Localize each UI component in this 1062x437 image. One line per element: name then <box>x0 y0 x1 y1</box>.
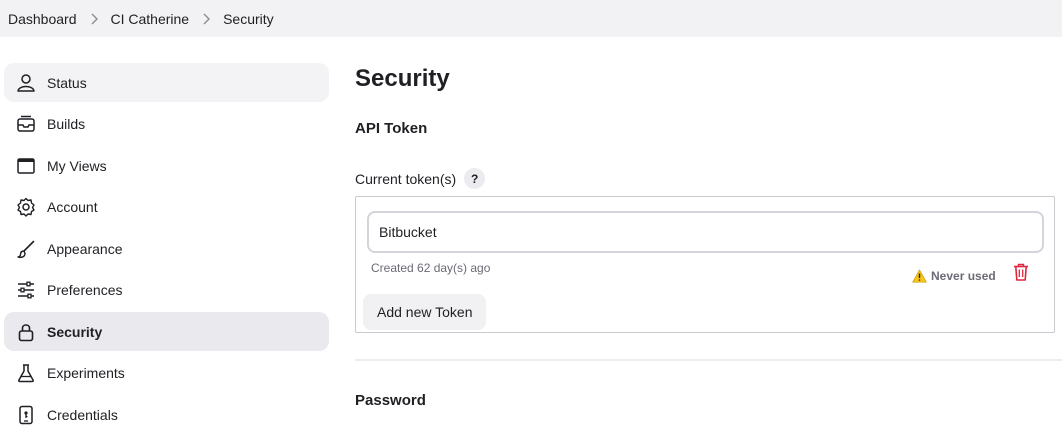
sidebar-item-experiments[interactable]: Experiments <box>4 354 329 393</box>
sidebar-item-label: Credentials <box>47 406 118 423</box>
phone-key-icon <box>16 405 36 425</box>
password-heading: Password <box>355 392 426 409</box>
builds-tray-icon <box>16 114 36 134</box>
sidebar-item-label: Experiments <box>47 365 125 381</box>
sidebar-item-status[interactable]: Status <box>4 63 329 102</box>
help-button[interactable]: ? <box>464 168 486 189</box>
sidebar-item-credentials[interactable]: Credentials <box>4 395 329 434</box>
current-tokens-text: Current token(s) <box>355 170 457 187</box>
flask-icon <box>16 363 36 383</box>
chevron-right-icon <box>77 13 111 25</box>
add-new-token-button[interactable]: Add new Token <box>363 294 487 330</box>
sliders-icon <box>16 280 36 300</box>
brush-icon <box>16 239 36 259</box>
sidebar-item-label: Account <box>47 199 98 215</box>
sidebar-item-account[interactable]: Account <box>4 188 329 227</box>
sidebar-item-label: Appearance <box>47 240 123 257</box>
page-title: Security <box>355 65 450 92</box>
token-list: Bitbucket Created 62 day(s) ago Never us… <box>355 196 1055 333</box>
sidebar-item-label: Status <box>47 74 87 91</box>
sidebar-item-my-views[interactable]: My Views <box>4 146 329 185</box>
token-name-input[interactable]: Bitbucket <box>367 211 1044 253</box>
sidebar-item-appearance[interactable]: Appearance <box>4 229 329 268</box>
trash-icon <box>1014 263 1028 281</box>
breadcrumb-ci-catherine[interactable]: CI Catherine <box>111 11 190 27</box>
breadcrumb-dashboard[interactable]: Dashboard <box>8 11 77 27</box>
chevron-right-icon <box>189 13 223 25</box>
delete-token-button[interactable] <box>1013 263 1029 281</box>
sidebar-item-label: Preferences <box>47 282 123 298</box>
sidebar: Status Builds My Views Account Appearanc… <box>4 63 329 437</box>
breadcrumb-security[interactable]: Security <box>223 11 274 27</box>
sidebar-item-label: Security <box>47 323 103 340</box>
token-usage-text: Never used <box>931 269 996 283</box>
token-usage-status: Never used <box>912 269 996 283</box>
window-icon <box>16 156 36 176</box>
token-created-text: Created 62 day(s) ago <box>371 261 491 275</box>
breadcrumb: Dashboard CI Catherine Security <box>0 0 1062 37</box>
sidebar-item-label: Builds <box>47 116 86 132</box>
sidebar-item-builds[interactable]: Builds <box>4 105 329 144</box>
user-icon <box>16 73 36 93</box>
sidebar-item-security[interactable]: Security <box>4 312 329 351</box>
api-token-heading: API Token <box>355 120 428 137</box>
main-content: Security API Token Current token(s) ? Bi… <box>355 60 1062 409</box>
warning-icon <box>912 269 927 283</box>
section-divider <box>355 359 1062 361</box>
sidebar-item-preferences[interactable]: Preferences <box>4 271 329 310</box>
lock-icon <box>16 322 36 342</box>
sidebar-item-label: My Views <box>47 157 107 174</box>
current-tokens-label: Current token(s) ? <box>355 168 1062 189</box>
gear-icon <box>16 197 36 217</box>
